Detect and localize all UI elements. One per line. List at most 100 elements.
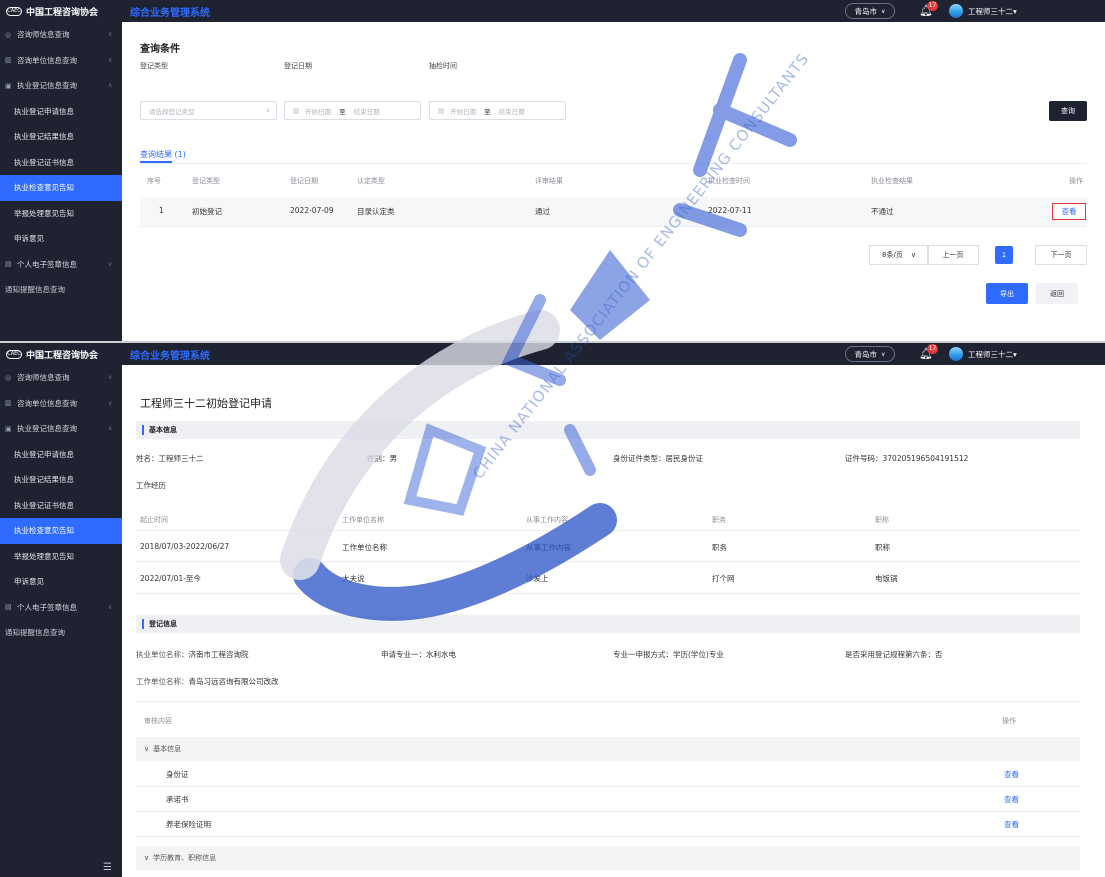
op-header: 操作: [1002, 717, 1016, 725]
sidebar-item-label: 举报处理意见告知: [14, 551, 74, 561]
next-page-button[interactable]: 下一页: [1035, 245, 1087, 265]
doc-item-label: 承诺书: [166, 795, 189, 804]
current-page[interactable]: 1: [995, 246, 1013, 264]
avatar[interactable]: [949, 347, 963, 361]
user-name: 工程师三十二: [968, 350, 1013, 359]
sidebar-item[interactable]: 申诉意见: [0, 569, 122, 595]
sidebar-item[interactable]: ◎ 咨询师信息查询 ∨: [0, 365, 122, 391]
work-table-cell: 2022/07/01-至今: [140, 574, 201, 583]
screen-registration-detail: CAEC 中国工程咨询协会 综合业务管理系统 青岛市 ∨ 🔔︎ 17 工程师三十二…: [0, 343, 1105, 877]
view-link[interactable]: 查看: [1004, 794, 1019, 805]
chevron-down-icon: ∨: [108, 31, 113, 39]
sidebar-item[interactable]: ◎ 咨询师信息查询 ∨: [0, 22, 122, 48]
sidebar-item[interactable]: 执业登记申请信息: [0, 99, 122, 125]
sidebar-item[interactable]: 举报处理意见告知: [0, 544, 122, 570]
chevron-down-icon: ∨: [108, 399, 113, 407]
top-bar: CAEC 中国工程咨询协会 综合业务管理系统 青岛市 ∨ 🔔︎ 17 工程师三十二…: [0, 0, 1105, 22]
sidebar-item[interactable]: ▣ 执业登记信息查询 ∧: [0, 416, 122, 442]
sidebar-item[interactable]: 执业登记证书信息: [0, 493, 122, 519]
city-label: 青岛市: [854, 6, 878, 16]
view-link[interactable]: 查看: [1004, 769, 1019, 780]
sidebar-item[interactable]: ▥ 咨询单位信息查询 ∨: [0, 391, 122, 417]
reg-date-start: 开始日期: [305, 107, 332, 116]
doc-item-label: 身份证: [166, 770, 189, 779]
work-table-cell: 大夫说: [342, 574, 365, 583]
sidebar-item-label: 执业登记信息查询: [17, 424, 77, 434]
logo: CAEC 中国工程咨询协会: [0, 343, 122, 365]
sidebar-item[interactable]: 通知提醒信息查询: [0, 620, 122, 646]
table-header: 执业检查结果: [871, 177, 913, 185]
section-basic-info: 基本信息: [136, 421, 1080, 439]
sidebar-item[interactable]: 申诉意见: [0, 226, 122, 252]
table-header: 操作: [1069, 177, 1083, 185]
divider: [136, 811, 1080, 812]
gender-field: 性别：男: [367, 454, 397, 463]
doc-group-label: 学历教育、职称信息: [153, 854, 217, 862]
reg-type-select[interactable]: 请选择登记类型 ∨: [140, 101, 277, 120]
folder-icon: ▣: [5, 424, 12, 433]
query-button[interactable]: 查询: [1049, 101, 1087, 121]
sidebar-item[interactable]: ▥ 咨询单位信息查询 ∨: [0, 48, 122, 74]
sample-end: 结束日期: [498, 107, 525, 116]
section-title: 登记信息: [149, 620, 177, 628]
table-cell: 目录认定类: [357, 207, 395, 216]
sidebar-item-label: 申诉意见: [14, 234, 44, 244]
reg-date-range[interactable]: ▤ 开始日期至结束日期: [284, 101, 421, 120]
prev-page-button[interactable]: 上一页: [927, 245, 979, 265]
main-content: 工程师三十二初始登记申请 基本信息 姓名：工程师三十二 性别：男 身份证件类型：…: [122, 365, 1105, 877]
tab-results[interactable]: 查询结果 (1): [140, 149, 186, 160]
sidebar-item-label: 咨询单位信息查询: [17, 55, 77, 65]
work-unit-key: 工作单位名称：: [136, 677, 189, 686]
sidebar-item-label: 咨询师信息查询: [17, 30, 70, 40]
sidebar-item[interactable]: 通知提醒信息查询: [0, 277, 122, 303]
building-icon: ▥: [5, 399, 12, 408]
doc-group-header[interactable]: ∨ 学历教育、职称信息: [136, 846, 1080, 870]
sidebar-item-label: 咨询单位信息查询: [17, 398, 77, 408]
sidebar-item[interactable]: ▣ 执业登记信息查询 ∧: [0, 73, 122, 99]
collapse-menu-icon[interactable]: ☰: [103, 862, 112, 873]
avatar[interactable]: [949, 4, 963, 18]
chevron-down-icon: ∨: [108, 603, 113, 611]
user-menu[interactable]: 工程师三十二▾: [968, 6, 1017, 17]
sidebar-item[interactable]: 执业登记申请信息: [0, 442, 122, 468]
sidebar-item[interactable]: 举报处理意见告知: [0, 201, 122, 227]
view-link[interactable]: 查看: [1052, 203, 1086, 220]
export-button[interactable]: 导出: [986, 283, 1028, 304]
sidebar-item-label: 申诉意见: [14, 577, 44, 587]
work-table-header: 工作单位名称: [342, 516, 384, 524]
sidebar-item[interactable]: ▤ 个人电子签章信息 ∨: [0, 252, 122, 278]
work-table-cell: 从事工作内容: [526, 543, 571, 552]
name-field: 姓名：工程师三十二: [136, 454, 204, 463]
chevron-up-icon: ∧: [108, 82, 113, 90]
doc-group-label: 基本信息: [153, 745, 182, 753]
divider: [136, 836, 1080, 837]
sidebar-item[interactable]: 执业登记证书信息: [0, 150, 122, 176]
work-table-header: 职务: [712, 516, 726, 524]
sidebar-item[interactable]: 执业登记结果信息: [0, 467, 122, 493]
sidebar-item-label: 执业检查意见告知: [14, 183, 74, 193]
table-header: 登记类型: [192, 177, 220, 185]
notification-badge: 17: [927, 1, 938, 11]
chevron-down-icon: ∨: [144, 854, 150, 862]
page-size-select[interactable]: 8条/页 ∨: [869, 245, 929, 265]
back-button[interactable]: 返回: [1036, 283, 1078, 304]
logo-mark: CAEC: [6, 6, 22, 16]
sidebar-item[interactable]: 执业登记结果信息: [0, 124, 122, 150]
range-to: 至: [339, 107, 346, 116]
city-selector[interactable]: 青岛市 ∨: [845, 346, 895, 362]
major-field: 申请专业一：水利水电: [381, 650, 456, 659]
sidebar-item[interactable]: ▤ 个人电子签章信息 ∨: [0, 595, 122, 621]
main-content: 查询条件: [122, 22, 1105, 341]
work-history-label: 工作经历: [136, 481, 166, 490]
logo-text: 中国工程咨询协会: [26, 7, 99, 18]
sidebar-item-label: 咨询师信息查询: [17, 373, 70, 383]
sidebar-item[interactable]: 执业检查意见告知: [0, 518, 122, 544]
divider: [136, 786, 1080, 787]
city-selector[interactable]: 青岛市 ∨: [845, 3, 895, 19]
user-menu[interactable]: 工程师三十二▾: [968, 349, 1017, 360]
user-name: 工程师三十二: [968, 7, 1013, 16]
doc-group-header[interactable]: ∨ 基本信息: [136, 737, 1080, 761]
sample-time-range[interactable]: ▤ 开始日期至结束日期: [429, 101, 566, 120]
sidebar-item[interactable]: 执业检查意见告知: [0, 175, 122, 201]
view-link[interactable]: 查看: [1004, 819, 1019, 830]
